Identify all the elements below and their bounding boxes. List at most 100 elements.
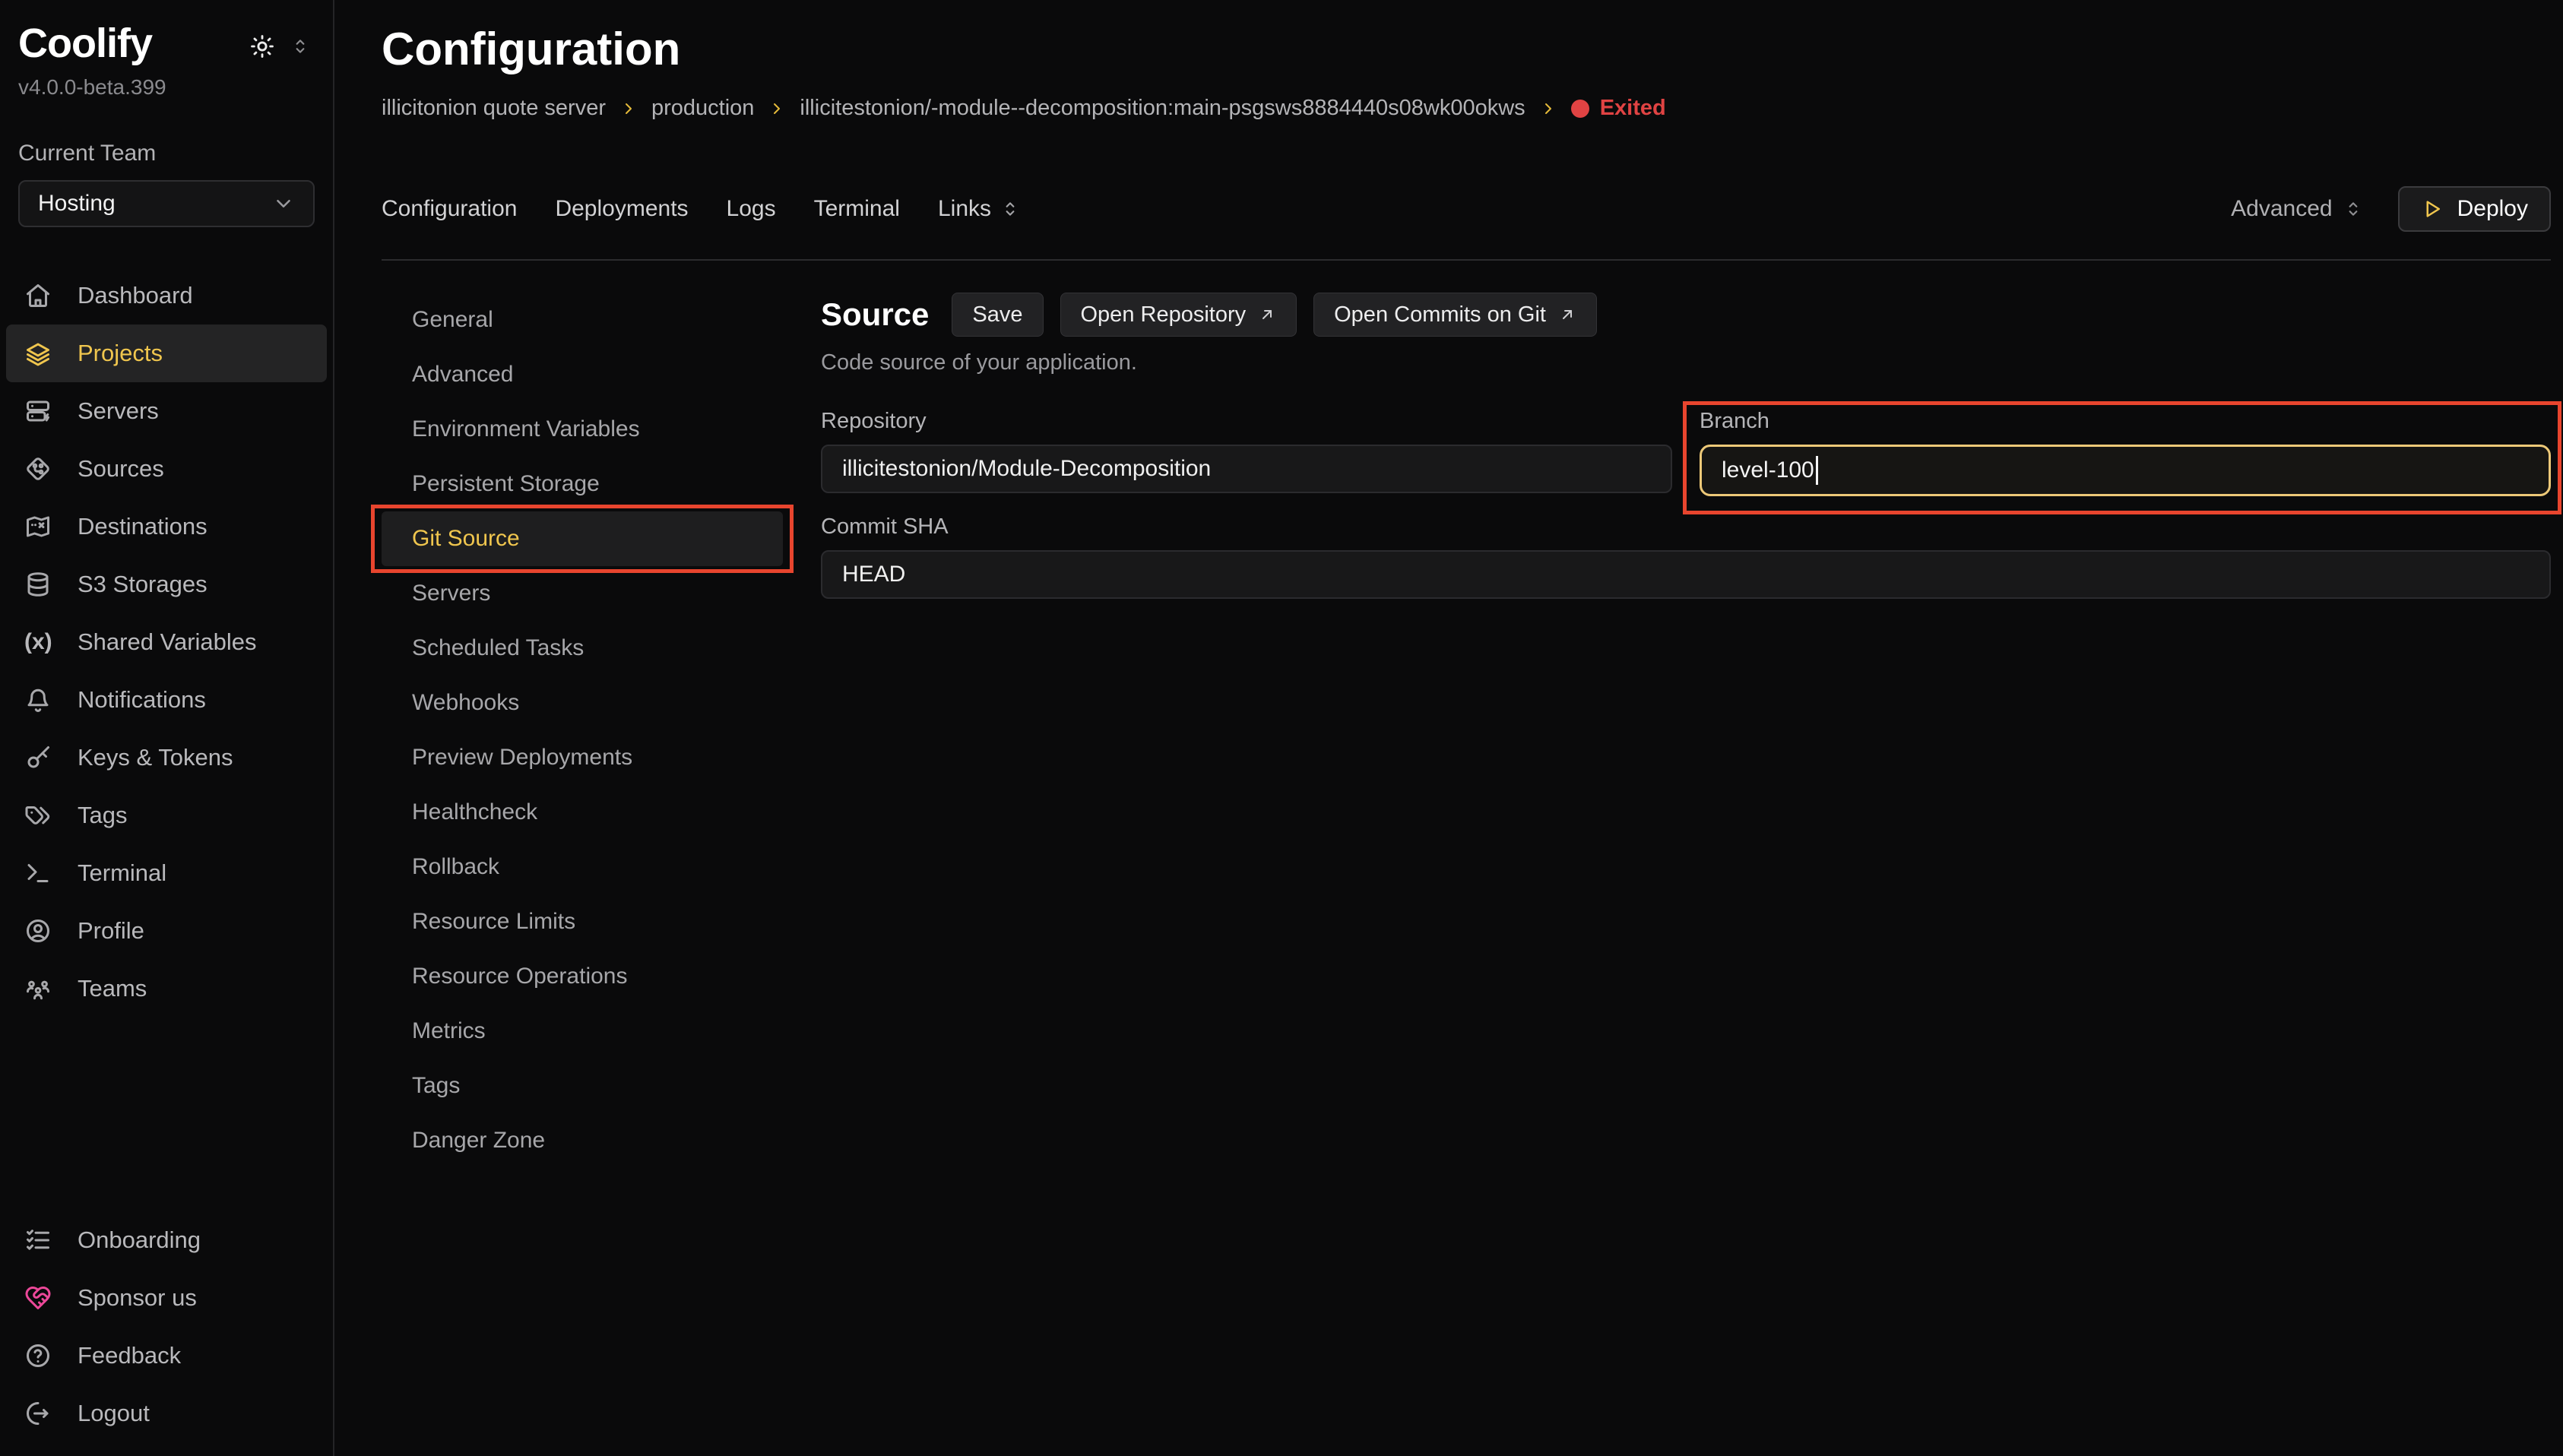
subnav-item-danger-zone[interactable]: Danger Zone	[382, 1113, 783, 1168]
theme-toggle-sun-icon[interactable]	[249, 33, 275, 59]
sidebar-item-s3-storages[interactable]: S3 Storages	[6, 555, 327, 613]
status-label: Exited	[1600, 96, 1666, 121]
sidebar-item-sources[interactable]: Sources	[6, 440, 327, 498]
database-icon	[24, 571, 52, 598]
tags-icon	[24, 802, 52, 829]
subnav-item-rollback[interactable]: Rollback	[382, 840, 783, 894]
breadcrumb-environment[interactable]: production	[651, 96, 754, 121]
page-title: Configuration	[382, 24, 2551, 74]
subnav-item-metrics[interactable]: Metrics	[382, 1004, 783, 1059]
subnav-item-webhooks[interactable]: Webhooks	[382, 676, 783, 730]
subnav-item-advanced[interactable]: Advanced	[382, 347, 783, 402]
sidebar-item-tags[interactable]: Tags	[6, 787, 327, 844]
sidebar-item-servers[interactable]: Servers	[6, 382, 327, 440]
subnav-item-resource-limits[interactable]: Resource Limits	[382, 894, 783, 949]
subnav-item-servers[interactable]: Servers	[382, 566, 783, 621]
sidebar-item-terminal[interactable]: Terminal	[6, 844, 327, 902]
tab-configuration[interactable]: Configuration	[382, 196, 517, 222]
subnav-item-tags[interactable]: Tags	[382, 1059, 783, 1113]
advanced-selector[interactable]: Advanced	[2231, 196, 2362, 222]
chevrons-up-down-icon	[1000, 199, 1020, 219]
sidebar-item-sponsor-us[interactable]: Sponsor us	[6, 1269, 327, 1327]
play-icon	[2421, 198, 2444, 220]
chevron-down-icon	[272, 192, 295, 215]
repository-field: Repository	[821, 409, 1672, 496]
subnav-item-environment-variables[interactable]: Environment Variables	[382, 402, 783, 457]
chevrons-up-down-icon	[2343, 199, 2363, 219]
branch-field: Branch level-100	[1700, 409, 2551, 496]
subnav-item-healthcheck[interactable]: Healthcheck	[382, 785, 783, 840]
deploy-label: Deploy	[2457, 196, 2528, 222]
tab-label: Deployments	[555, 196, 688, 222]
sidebar-item-dashboard[interactable]: Dashboard	[6, 267, 327, 324]
text-caret	[1816, 456, 1818, 485]
breadcrumb-project[interactable]: illicitonion quote server	[382, 96, 606, 121]
sidebar-item-feedback[interactable]: Feedback	[6, 1327, 327, 1385]
branch-label: Branch	[1700, 409, 2551, 434]
subnav-item-preview-deployments[interactable]: Preview Deployments	[382, 730, 783, 785]
sidebar-item-logout[interactable]: Logout	[6, 1385, 327, 1442]
sidebar-item-keys-tokens[interactable]: Keys & Tokens	[6, 729, 327, 787]
current-team-label: Current Team	[18, 141, 315, 166]
sidebar-item-onboarding[interactable]: Onboarding	[6, 1211, 327, 1269]
deploy-button[interactable]: Deploy	[2398, 186, 2551, 232]
server-icon	[24, 397, 52, 425]
open-repository-button[interactable]: Open Repository	[1060, 293, 1297, 337]
sidebar-item-profile[interactable]: Profile	[6, 902, 327, 960]
subnav-item-persistent-storage[interactable]: Persistent Storage	[382, 457, 783, 511]
open-repository-label: Open Repository	[1081, 302, 1247, 328]
tab-divider	[382, 259, 2551, 261]
sidebar-item-notifications[interactable]: Notifications	[6, 671, 327, 729]
key-icon	[24, 744, 52, 771]
sidebar-nav: Dashboard Projects Servers Sources Desti…	[0, 267, 333, 1018]
sidebar-item-shared-variables[interactable]: (x) Shared Variables	[6, 613, 327, 671]
sidebar-item-label: Projects	[78, 340, 163, 367]
commit-sha-field: Commit SHA	[821, 514, 2551, 599]
tab-bar: Configuration Deployments Logs Terminal …	[382, 186, 2551, 232]
app-logo: Coolify	[18, 21, 152, 66]
sidebar-item-label: Destinations	[78, 513, 208, 540]
commit-sha-input[interactable]	[821, 550, 2551, 599]
sidebar-item-label: S3 Storages	[78, 571, 208, 598]
subnav-item-resource-operations[interactable]: Resource Operations	[382, 949, 783, 1004]
sidebar-item-label: Notifications	[78, 686, 206, 714]
tab-label: Configuration	[382, 196, 517, 222]
heart-handshake-icon	[24, 1284, 52, 1312]
branch-input[interactable]: level-100	[1700, 445, 2551, 496]
checklist-icon	[24, 1227, 52, 1254]
repository-label: Repository	[821, 409, 1672, 434]
chevron-right-icon	[619, 100, 638, 118]
app-window: Coolify v4.0.0-beta.399 Current Team Hos…	[0, 0, 2563, 1456]
tab-links[interactable]: Links	[938, 196, 1020, 222]
tab-deployments[interactable]: Deployments	[555, 196, 688, 222]
terminal-icon	[24, 859, 52, 887]
config-subnav: General Advanced Environment Variables P…	[382, 293, 783, 1456]
sidebar-item-label: Teams	[78, 975, 147, 1002]
sidebar-item-label: Feedback	[78, 1342, 181, 1369]
team-select[interactable]: Hosting	[18, 180, 315, 227]
subnav-item-general[interactable]: General	[382, 293, 783, 347]
sidebar-item-label: Terminal	[78, 859, 166, 887]
sidebar-item-projects[interactable]: Projects	[6, 324, 327, 382]
tab-label: Links	[938, 196, 991, 222]
theme-selector-chevrons-icon[interactable]	[290, 36, 310, 56]
sidebar-item-destinations[interactable]: Destinations	[6, 498, 327, 555]
section-heading: Source	[821, 296, 929, 333]
tab-logs[interactable]: Logs	[727, 196, 776, 222]
advanced-label: Advanced	[2231, 196, 2332, 222]
open-commits-button[interactable]: Open Commits on Git	[1313, 293, 1597, 337]
map-icon	[24, 513, 52, 540]
open-commits-label: Open Commits on Git	[1334, 302, 1546, 328]
breadcrumb-application[interactable]: illicitestonion/-module--decomposition:m…	[800, 96, 1525, 121]
sidebar-item-teams[interactable]: Teams	[6, 960, 327, 1018]
commit-sha-label: Commit SHA	[821, 514, 2551, 540]
save-button[interactable]: Save	[952, 293, 1043, 337]
chevron-right-icon	[768, 100, 786, 118]
status-dot-icon	[1571, 100, 1589, 118]
app-version: v4.0.0-beta.399	[18, 75, 315, 100]
subnav-item-git-source[interactable]: Git Source	[382, 511, 783, 566]
tab-terminal[interactable]: Terminal	[814, 196, 900, 222]
repository-input[interactable]	[821, 445, 1672, 493]
subnav-item-scheduled-tasks[interactable]: Scheduled Tasks	[382, 621, 783, 676]
sidebar-footer-nav: Onboarding Sponsor us Feedback Logout	[0, 1211, 333, 1442]
